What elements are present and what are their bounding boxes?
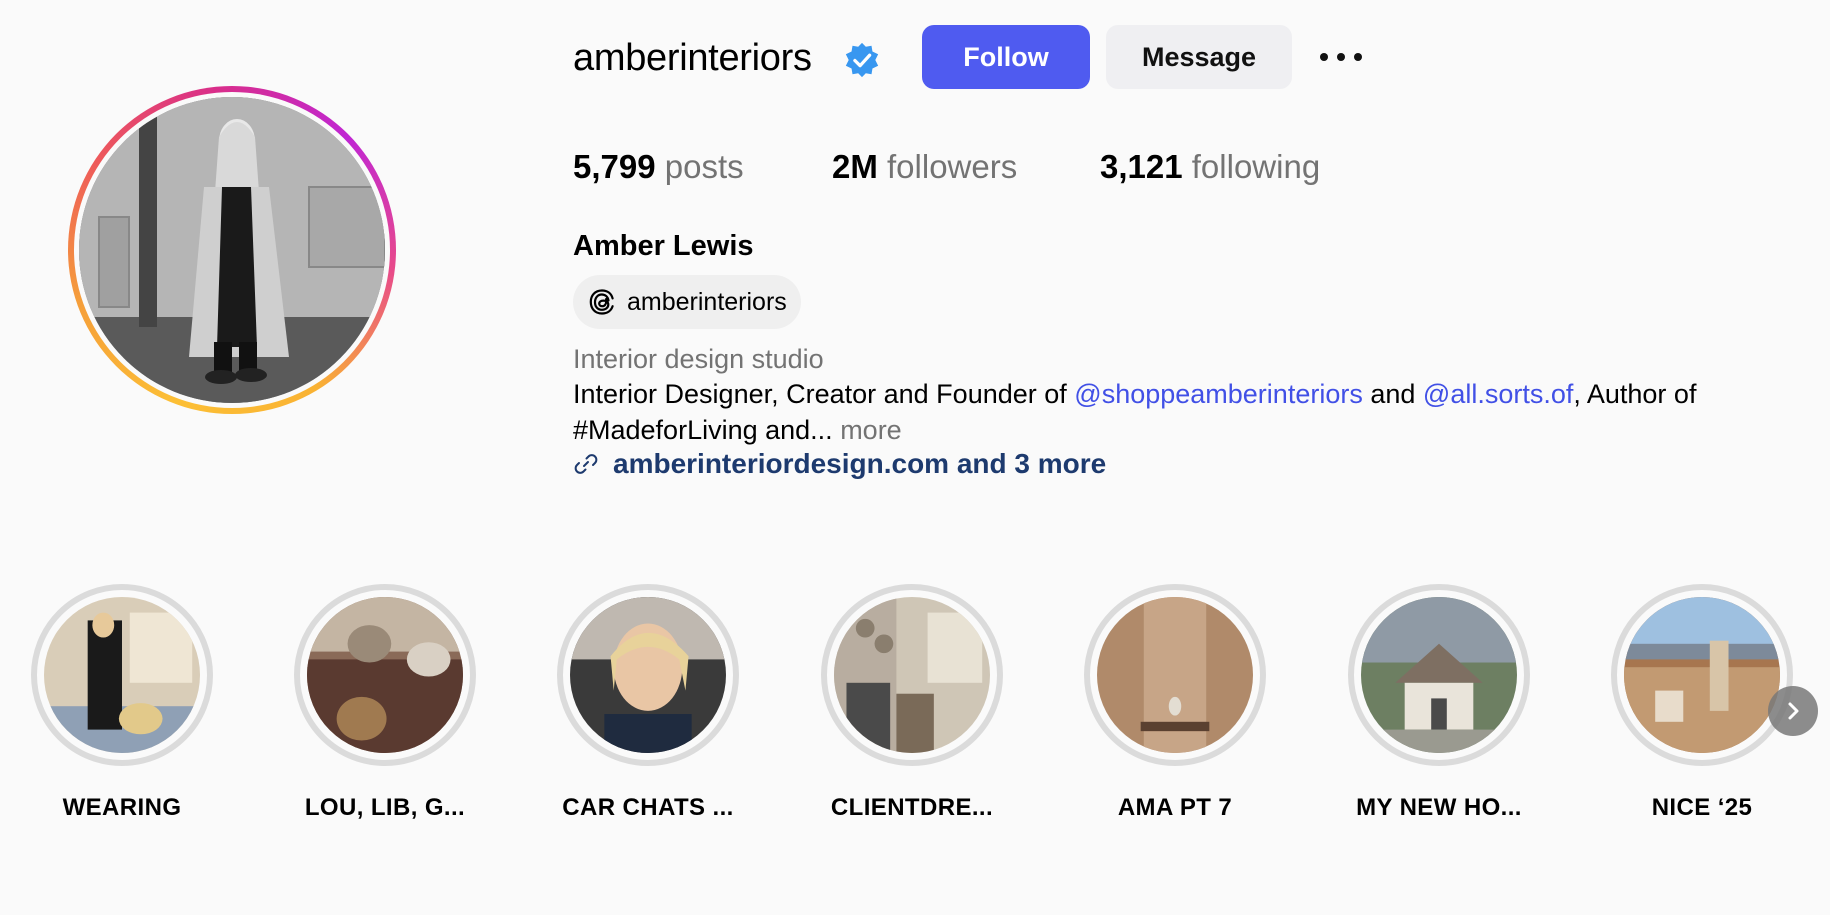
followers-count-link[interactable]: 2M followers xyxy=(832,146,1017,188)
profile-username: amberinteriors xyxy=(573,37,812,79)
chevron-right-icon[interactable] xyxy=(1768,686,1818,736)
highlight-item[interactable]: AMA PT 7 xyxy=(1075,584,1275,822)
highlight-cover xyxy=(834,597,990,753)
link-icon xyxy=(574,454,598,474)
threads-profile-link[interactable]: amberinteriors xyxy=(573,275,801,329)
external-links-button[interactable]: amberinteriordesign.com and 3 more xyxy=(573,448,1106,480)
highlight-title: CAR CHATS ... xyxy=(562,794,734,821)
mention-link-shoppe[interactable]: @shoppeamberinteriors xyxy=(1074,379,1363,409)
verified-badge-icon xyxy=(845,42,879,78)
story-highlights-tray: WEARING LOU, LIB, G... CAR CHATS ... CLI… xyxy=(0,584,1830,844)
highlight-title: WEARING xyxy=(62,794,182,821)
more-options-icon[interactable] xyxy=(1316,44,1366,70)
threads-handle: amberinteriors xyxy=(627,287,787,316)
external-link-text: amberinteriordesign.com and 3 more xyxy=(613,448,1107,479)
profile-avatar xyxy=(79,97,385,403)
message-button[interactable]: Message xyxy=(1106,25,1292,89)
highlight-item[interactable]: WEARING xyxy=(22,584,222,822)
highlight-cover xyxy=(1624,597,1780,753)
follow-button[interactable]: Follow xyxy=(922,25,1090,89)
profile-bio: Interior Designer, Creator and Founder o… xyxy=(573,379,1697,445)
profile-full-name: Amber Lewis xyxy=(573,230,754,262)
highlight-title: CLIENTDRE... xyxy=(830,794,994,821)
profile-page: amberinteriors Follow Message 5,799 post… xyxy=(0,0,1830,915)
highlight-cover xyxy=(307,597,463,753)
highlight-item[interactable]: CAR CHATS ... xyxy=(548,584,748,822)
highlight-title: AMA PT 7 xyxy=(1117,794,1233,821)
bio-more-button[interactable]: more xyxy=(840,415,902,445)
highlight-cover xyxy=(1361,597,1517,753)
highlight-cover xyxy=(570,597,726,753)
highlight-item[interactable]: LOU, LIB, G... xyxy=(285,584,485,822)
posts-count-stat: 5,799 posts xyxy=(573,148,744,185)
threads-icon xyxy=(589,289,614,315)
highlight-title: NICE ‘25 xyxy=(1651,794,1753,821)
highlight-cover xyxy=(44,597,200,753)
profile-avatar-story-ring[interactable] xyxy=(68,86,396,414)
highlight-cover xyxy=(1097,597,1253,753)
highlight-item[interactable]: MY NEW HO... xyxy=(1339,584,1539,822)
following-count-link[interactable]: 3,121 following xyxy=(1100,146,1320,188)
highlight-item[interactable]: CLIENTDRE... xyxy=(812,584,1012,822)
highlight-title: MY NEW HO... xyxy=(1356,794,1522,821)
highlight-title: LOU, LIB, G... xyxy=(304,794,466,821)
profile-category: Interior design studio xyxy=(573,344,824,374)
mention-link-allsorts[interactable]: @all.sorts.of xyxy=(1423,379,1573,409)
